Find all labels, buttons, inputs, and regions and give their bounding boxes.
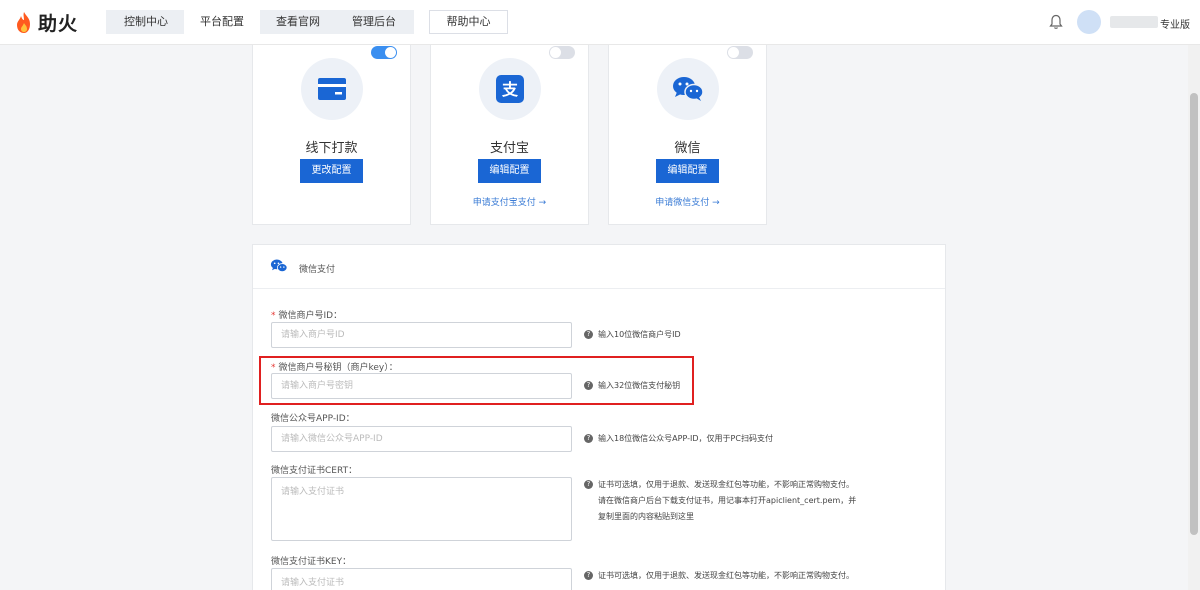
top-navbar: 助火 控制中心 平台配置 查看官网 管理后台 帮助中心 专业版 (0, 0, 1200, 45)
logo[interactable]: 助火 (14, 9, 78, 36)
merchant-id-hint: ? 输入10位微信商户号ID (584, 327, 844, 343)
required-mark: * (271, 311, 276, 321)
offline-toggle[interactable] (371, 46, 397, 59)
cert-label: 微信支付证书CERT： (271, 463, 357, 476)
required-mark: * (271, 363, 276, 373)
panel-title: 微信支付 (299, 265, 336, 275)
hint-line: 复制里面的内容粘贴到这里 (598, 512, 694, 521)
hint-line: 请在微信商户后台下载支付证书，用记事本打开apiclient_cert.pem，… (598, 496, 857, 505)
app-id-hint: ? 输入18位微信公众号APP-ID，仅用于PC扫码支付 (584, 431, 884, 447)
card-title: 支付宝 (489, 141, 529, 156)
key-label: 微信支付证书KEY： (271, 554, 351, 567)
scrollbar-thumb[interactable] (1190, 93, 1198, 535)
apply-alipay-link[interactable]: 申请支付宝支付 → (431, 195, 588, 208)
merchant-id-input[interactable] (271, 322, 572, 348)
change-config-button[interactable]: 更改配置 (300, 159, 363, 183)
bell-icon[interactable] (1049, 14, 1063, 30)
hint-text: 输入10位微信商户号ID (598, 330, 681, 339)
scrollbar[interactable] (1188, 45, 1200, 590)
tab-view-website[interactable]: 查看官网 (260, 10, 336, 34)
label-text: 微信商户号秘钥（商户key）： (278, 363, 398, 373)
card-title: 微信 (674, 141, 701, 156)
key-hint: ? 证书可选填，仅用于退款、发送现金红包等功能，不影响正常购物支付。 (584, 568, 859, 584)
icon-circle (301, 58, 363, 120)
question-icon: ? (584, 571, 593, 580)
alipay-icon: 支 (496, 75, 524, 103)
svg-text:支: 支 (501, 80, 519, 99)
app-id-label: 微信公众号APP-ID： (271, 411, 355, 424)
card-title: 线下打款 (305, 141, 358, 156)
alipay-toggle[interactable] (549, 46, 575, 59)
brand-name: 助火 (38, 13, 79, 35)
hint-line: 证书可选填，仅用于退款、发送现金红包等功能，不影响正常购物支付。 (598, 571, 854, 580)
icon-circle (657, 58, 719, 120)
hint-text: 输入18位微信公众号APP-ID，仅用于PC扫码支付 (598, 434, 773, 443)
panel-header: 微信支付 (253, 245, 945, 289)
merchant-key-hint: ? 输入32位微信支付秘钥 (584, 378, 844, 394)
label-text: 微信支付证书CERT： (271, 466, 358, 476)
wechat-toggle[interactable] (727, 46, 753, 59)
apply-wechat-link[interactable]: 申请微信支付 → (609, 195, 766, 208)
tab-admin-backend[interactable]: 管理后台 (336, 10, 412, 34)
question-icon: ? (584, 434, 593, 443)
edition-label[interactable]: 专业版 (1160, 16, 1190, 31)
hint-text: 输入32位微信支付秘钥 (598, 381, 681, 390)
card-icon (318, 78, 346, 100)
wechat-pay-panel: 微信支付 *微信商户号ID： ?输入10位微信商户号ID *微信商户号秘钥（商户… (252, 244, 946, 590)
avatar[interactable] (1077, 10, 1101, 34)
merchant-key-label: * 微信商户号秘钥（商户key）： (271, 360, 398, 373)
user-name-blurred[interactable] (1110, 16, 1158, 28)
edit-config-button[interactable]: 编辑配置 (656, 159, 719, 183)
wechat-icon (673, 77, 704, 101)
label-text: 微信公众号APP-ID： (271, 414, 355, 424)
tab-platform-config[interactable]: 平台配置 (184, 10, 260, 34)
payment-card-wechat: 微信 编辑配置 申请微信支付 → (608, 45, 767, 225)
question-icon: ? (584, 480, 593, 489)
cert-hint: ? 证书可选填，仅用于退款、发送现金红包等功能，不影响正常购物支付。 请在微信商… (584, 477, 859, 525)
hint-lines: 证书可选填，仅用于退款、发送现金红包等功能，不影响正常购物支付。 请在微信商户后… (598, 477, 856, 525)
label-text: 微信支付证书KEY： (271, 557, 352, 567)
merchant-key-input[interactable] (271, 373, 572, 399)
label-text: 微信商户号ID： (278, 311, 343, 321)
key-textarea[interactable] (271, 568, 572, 590)
edit-config-button[interactable]: 编辑配置 (478, 159, 541, 183)
payment-card-alipay: 支 支付宝 编辑配置 申请支付宝支付 → (430, 45, 589, 225)
cert-textarea[interactable] (271, 477, 572, 541)
tab-control-center[interactable]: 控制中心 (108, 10, 184, 34)
app-id-input[interactable] (271, 426, 572, 452)
hint-lines: 证书可选填，仅用于退款、发送现金红包等功能，不影响正常购物支付。 (598, 568, 854, 584)
merchant-id-label: * 微信商户号ID： (271, 308, 342, 321)
question-icon: ? (584, 330, 593, 339)
payment-card-offline: 线下打款 更改配置 (252, 45, 411, 225)
flame-icon (17, 11, 30, 33)
hint-line: 证书可选填，仅用于退款、发送现金红包等功能，不影响正常购物支付。 (598, 480, 854, 489)
icon-circle: 支 (479, 58, 541, 120)
help-center-button[interactable]: 帮助中心 (429, 10, 508, 34)
main-nav-tabs: 控制中心 平台配置 查看官网 管理后台 (106, 10, 414, 34)
question-icon: ? (584, 381, 593, 390)
wechat-icon (270, 259, 288, 273)
